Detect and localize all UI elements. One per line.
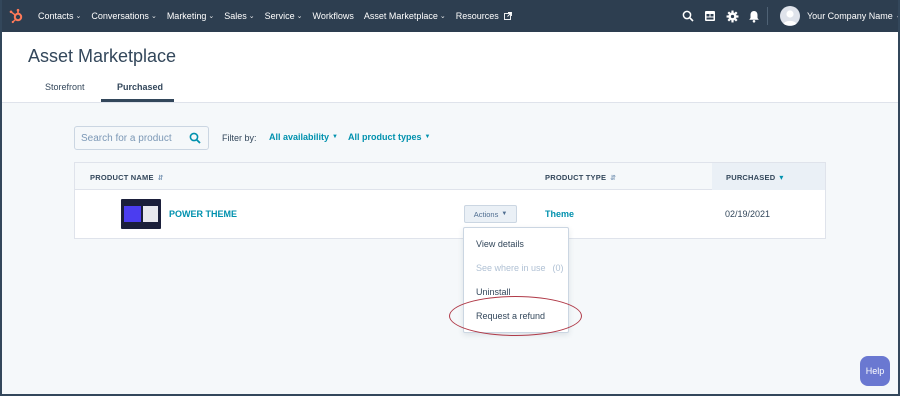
chevron-down-icon: ⌄ xyxy=(75,13,82,20)
thumbnail-panel-left xyxy=(124,206,141,222)
caret-down-icon: ▼ xyxy=(501,211,508,217)
nav-marketing-label: Marketing xyxy=(166,11,207,21)
column-header-product-name[interactable]: PRODUCT NAME ⇵ xyxy=(90,173,164,182)
product-thumbnail[interactable] xyxy=(121,199,161,229)
page-header: Asset Marketplace Storefront Purchased xyxy=(2,32,898,103)
sort-descending-icon: ▾ xyxy=(779,173,784,182)
nav-contacts[interactable]: Contacts ⌄ xyxy=(38,11,81,21)
caret-down-icon: ▼ xyxy=(424,134,431,140)
active-tab-indicator xyxy=(101,99,174,102)
product-type-filter-label: All product types xyxy=(348,132,422,142)
nav-conversations[interactable]: Conversations ⌄ xyxy=(91,11,156,21)
sort-icon: ⇵ xyxy=(157,174,164,182)
settings-icon[interactable] xyxy=(725,9,739,23)
purchased-date: 02/19/2021 xyxy=(725,209,771,219)
nav-marketing[interactable]: Marketing ⌄ xyxy=(167,11,214,21)
nav-resources[interactable]: Resources xyxy=(456,11,512,21)
table-header: PRODUCT NAME ⇵ PRODUCT TYPE ⇵ PURCHASED ▾ xyxy=(75,163,825,190)
nav-service[interactable]: Service ⌄ xyxy=(265,11,303,21)
nav-divider xyxy=(767,7,768,25)
chevron-down-icon: ⌄ xyxy=(150,13,157,20)
availability-filter-dropdown[interactable]: All availability ▼ xyxy=(269,132,338,142)
caret-down-icon: ▼ xyxy=(332,134,338,140)
column-header-label: PRODUCT TYPE xyxy=(545,173,607,182)
nav-service-label: Service xyxy=(264,11,295,21)
chevron-down-icon: ⌄ xyxy=(439,13,446,20)
product-name-link[interactable]: POWER THEME xyxy=(169,209,237,219)
availability-filter-label: All availability xyxy=(269,132,330,142)
column-header-label: PURCHASED xyxy=(726,173,776,182)
marketplace-icon[interactable] xyxy=(703,9,717,23)
avatar[interactable] xyxy=(780,6,800,26)
nav-resources-label: Resources xyxy=(455,11,499,21)
column-header-purchased[interactable]: PURCHASED ▾ xyxy=(726,173,784,182)
page-title: Asset Marketplace xyxy=(28,46,177,66)
menu-item-label: See where in use xyxy=(476,263,546,273)
column-header-label: PRODUCT NAME xyxy=(90,173,154,182)
actions-button[interactable]: Actions ▼ xyxy=(464,205,517,223)
external-link-icon xyxy=(503,12,512,20)
main-nav: Contacts ⌄ Conversations ⌄ Marketing ⌄ Sale… xyxy=(38,0,512,32)
nav-conversations-label: Conversations xyxy=(91,11,149,21)
nav-utility-icons xyxy=(681,0,761,32)
filter-label: Filter by: xyxy=(222,133,257,143)
tab-purchased[interactable]: Purchased xyxy=(117,82,163,92)
nav-sales[interactable]: Sales ⌄ xyxy=(224,11,254,21)
highlight-circle-annotation xyxy=(449,296,582,336)
column-header-product-type[interactable]: PRODUCT TYPE ⇵ xyxy=(545,173,616,182)
menu-item-view-details[interactable]: View details xyxy=(476,239,524,249)
product-type-filter-dropdown[interactable]: All product types ▼ xyxy=(348,132,430,142)
top-navigation: Contacts ⌄ Conversations ⌄ Marketing ⌄ Sale… xyxy=(2,0,898,32)
nav-workflows[interactable]: Workflows xyxy=(312,11,353,21)
nav-asset-marketplace[interactable]: Asset Marketplace ⌄ xyxy=(364,11,446,21)
nav-contacts-label: Contacts xyxy=(38,11,74,21)
sort-icon: ⇵ xyxy=(610,174,617,182)
search-box xyxy=(74,126,209,150)
tab-storefront[interactable]: Storefront xyxy=(45,82,85,92)
nav-sales-label: Sales xyxy=(224,11,247,21)
app-frame: Contacts ⌄ Conversations ⌄ Marketing ⌄ Sale… xyxy=(2,0,898,394)
nav-asset-marketplace-label: Asset Marketplace xyxy=(363,11,438,21)
product-type-link[interactable]: Theme xyxy=(545,209,574,219)
thumbnail-panel-right xyxy=(143,206,158,222)
actions-button-label: Actions xyxy=(473,209,499,219)
hubspot-logo-icon[interactable] xyxy=(8,8,24,24)
account-label: Your Company Name xyxy=(807,11,893,21)
chevron-down-icon: ⌄ xyxy=(208,13,215,20)
menu-item-see-where-in-use: See where in use (0) xyxy=(476,263,564,273)
search-icon[interactable] xyxy=(681,9,695,23)
usage-count: (0) xyxy=(552,263,564,273)
purchased-products-table: PRODUCT NAME ⇵ PRODUCT TYPE ⇵ PURCHASED ▾ P… xyxy=(74,162,826,239)
nav-workflows-label: Workflows xyxy=(312,11,354,21)
chevron-down-icon: ⌄ xyxy=(296,13,303,20)
chevron-down-icon: ⌄ xyxy=(248,13,255,20)
account-menu[interactable]: Your Company Name⌄ xyxy=(807,0,898,32)
chevron-down-icon: ⌄ xyxy=(896,12,898,20)
help-button[interactable]: Help xyxy=(860,356,890,386)
search-input[interactable] xyxy=(81,132,189,144)
notifications-icon[interactable] xyxy=(747,9,761,23)
search-icon[interactable] xyxy=(189,132,201,144)
